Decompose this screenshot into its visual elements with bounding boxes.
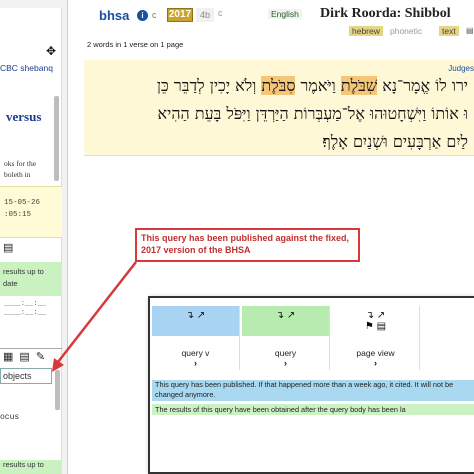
scrollbar[interactable] — [55, 370, 60, 410]
version-4b-button[interactable]: 4b — [196, 8, 214, 22]
bookmark-icon[interactable]: ⚑ — [365, 321, 374, 332]
column-label[interactable]: page view — [332, 348, 419, 358]
column-query[interactable]: ↴ ↗ query › — [242, 306, 330, 370]
results-message: The results of this query have been obta… — [152, 404, 474, 415]
pencil-icon[interactable]: ✎ — [36, 350, 45, 363]
verse-panel: Judges ירו לוֹ אֱמָר־נָא שִׁבֹּלֶת וַיֹּ… — [84, 60, 474, 156]
query-name[interactable]: CBC shebanq — [0, 63, 53, 73]
hebrew-toggle[interactable]: hebrew — [349, 26, 383, 36]
highlighted-word[interactable]: סִבֹּלֶת — [261, 76, 296, 95]
verse-text: וְלֹא יָכִין לְדַבֵּר כֵּן — [156, 76, 262, 95]
text-layout-icon[interactable]: ▤ — [466, 26, 474, 35]
column-query-versions[interactable]: ↴ ↗ query v › — [152, 306, 240, 370]
verse-text: ירו לוֹ אֱמָר־נָא — [377, 76, 468, 95]
verse-line: וּ אוֹתוֹ וַיִּשְׁחָטוּהוּ אֶל־מַעְבְּרו… — [157, 104, 468, 123]
status-line: date — [3, 279, 18, 288]
text-button[interactable]: text — [439, 26, 459, 36]
expand-arrows-icon[interactable]: ✥ — [46, 44, 56, 58]
arrow-in-icon[interactable]: ↴ — [366, 310, 374, 321]
query-detail-inset: ↴ ↗ query v › ↴ ↗ query › ↴ ↗ ⚑ ▤ page v… — [148, 296, 474, 474]
description-text: oks for the boleth in — [4, 159, 37, 179]
view-tools: ▦ ▤ ✎ — [0, 348, 62, 364]
status-line: results up to — [3, 267, 44, 276]
chevron-right-icon[interactable]: › — [242, 358, 329, 368]
arrow-in-icon[interactable]: ↴ — [186, 310, 194, 321]
query-panel: ✥ CBC shebanq versus oks for the boleth … — [0, 8, 62, 474]
external-link-icon[interactable]: ↗ — [377, 310, 385, 321]
column-page-view[interactable]: ↴ ↗ ⚑ ▤ page view › — [332, 306, 420, 370]
chevron-right-icon[interactable]: › — [152, 358, 239, 368]
book-link[interactable]: Judges — [448, 64, 474, 73]
placeholder-dates: ____:__:__ ____:__:__ — [4, 300, 47, 317]
left-sidebar: ✥ CBC shebanq versus oks for the boleth … — [0, 0, 68, 474]
page-title: Dirk Roorda: Shibbol — [320, 6, 451, 21]
objects-field[interactable]: objects — [0, 368, 52, 384]
annotation-callout: This query has been published against th… — [135, 228, 360, 262]
corpus-tag: c — [152, 10, 157, 20]
query-description: oks for the boleth in — [4, 158, 54, 180]
document-icon[interactable]: ▤ — [3, 241, 13, 254]
published-message: This query has been published. If that h… — [152, 380, 474, 401]
verse-line: ירו לוֹ אֱמָר־נָא שִׁבֹּלֶת וַיֹּאמֶר סִ… — [157, 76, 468, 96]
result-summary: 2 words in 1 verse on 1 page — [87, 40, 184, 49]
phonetic-toggle[interactable]: phonetic — [390, 26, 422, 36]
highlighted-word[interactable]: שִׁבֹּלֶת — [340, 76, 378, 95]
verse-text: וַיֹּאמֶר — [295, 76, 341, 95]
corpus-name[interactable]: bhsa — [99, 8, 129, 23]
version-2017-button[interactable]: 2017 — [167, 8, 193, 22]
document-icon[interactable]: ▤ — [19, 350, 29, 363]
verse-line: לַיִם אַרְבָּעִים וּשְׁנַיִם אָלֶף׃ — [322, 132, 468, 151]
arrow-in-icon[interactable]: ↴ — [276, 310, 284, 321]
column-label[interactable]: query — [242, 348, 329, 358]
header-bar: bhsa i c 2017 4b c English Dirk Roorda: … — [84, 6, 474, 42]
version-c-button[interactable]: c — [218, 8, 223, 18]
external-link-icon[interactable]: ↗ — [197, 310, 205, 321]
table-icon[interactable]: ▦ — [3, 350, 13, 363]
english-toggle[interactable]: English — [268, 9, 302, 19]
column-icons: ↴ ↗ ⚑ ▤ — [332, 310, 419, 332]
status-results: results up to — [0, 460, 62, 474]
focus-label: ocus — [0, 413, 20, 422]
query-title: versus — [6, 109, 42, 124]
column-icons: ↴ ↗ — [242, 310, 329, 321]
date-created: 15-05-26 — [4, 199, 41, 207]
document-icon[interactable]: ▤ — [377, 321, 386, 332]
status-results: results up to date — [0, 262, 62, 296]
scrollbar[interactable] — [54, 96, 59, 181]
info-icon[interactable]: i — [137, 10, 148, 21]
column-icons: ↴ ↗ — [152, 310, 239, 321]
column-label[interactable]: query v — [152, 348, 239, 358]
time-created: :05:15 — [4, 211, 32, 219]
dates-box: 15-05-26 :05:15 — [0, 186, 62, 238]
external-link-icon[interactable]: ↗ — [287, 310, 295, 321]
chevron-right-icon[interactable]: › — [332, 358, 419, 368]
